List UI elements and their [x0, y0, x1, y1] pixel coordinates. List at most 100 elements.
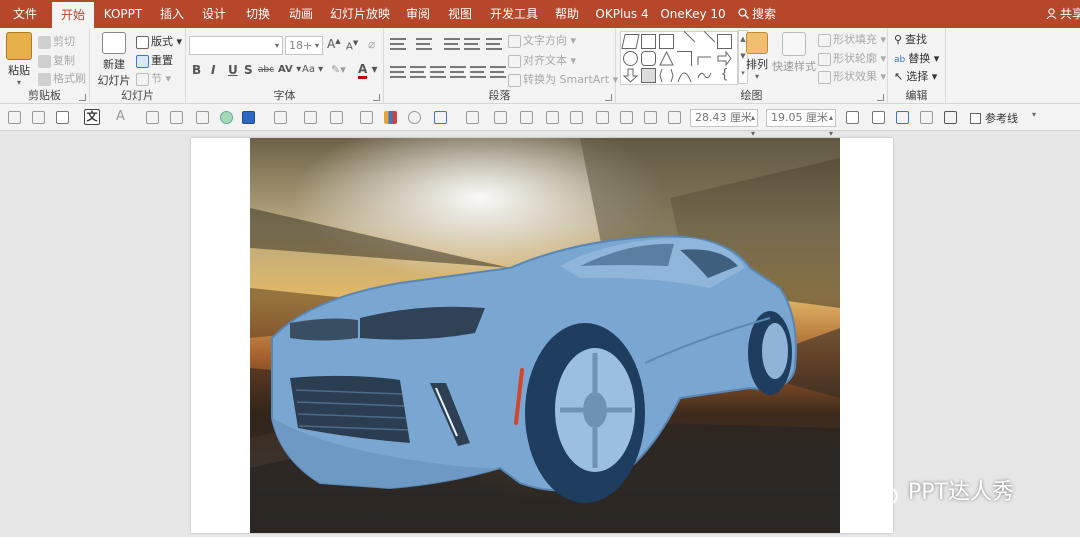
decrease-indent-icon[interactable]	[444, 38, 460, 50]
shape-brace-icon[interactable]: {	[717, 68, 732, 83]
numbering-icon[interactable]	[416, 38, 432, 50]
shape-effects-button[interactable]: 形状效果 ▾	[818, 68, 886, 84]
tab-view[interactable]: 视图	[440, 0, 480, 28]
line-spacing-icon[interactable]	[486, 38, 502, 50]
highlight-icon[interactable]: ✎▾	[331, 63, 346, 76]
tab-help[interactable]: 帮助	[547, 0, 587, 28]
toolbar-overflow-icon[interactable]: ▾	[1032, 110, 1036, 119]
paint-bucket-icon[interactable]	[274, 111, 287, 124]
align-right-icon[interactable]	[570, 111, 583, 124]
underline-button[interactable]: U	[228, 63, 238, 77]
font-launcher-icon[interactable]	[373, 94, 380, 101]
select-button[interactable]: ↖ 选择 ▾	[894, 68, 937, 84]
paste-button[interactable]: 粘贴 ▾	[4, 32, 34, 87]
height-input[interactable]: 19.05 厘米 ▴ ▾	[766, 109, 836, 138]
shape-right-arrow-icon[interactable]	[717, 50, 732, 67]
tab-slideshow[interactable]: 幻灯片放映	[328, 0, 392, 28]
align-center-icon[interactable]	[410, 66, 426, 78]
shape-fill-button[interactable]: 形状填充 ▾	[818, 31, 886, 47]
clipboard-launcher-icon[interactable]	[79, 94, 86, 101]
text-direction-button[interactable]: 文字方向 ▾	[508, 32, 576, 48]
shape-textbox-vertical-icon[interactable]	[659, 34, 674, 49]
tab-transitions[interactable]: 切换	[238, 0, 278, 28]
chart-icon[interactable]	[384, 111, 397, 124]
shape-textbox-icon[interactable]	[641, 34, 656, 49]
align-left-icon[interactable]	[520, 111, 533, 124]
slide-canvas[interactable]	[191, 138, 893, 533]
quick-styles-button[interactable]: 快速样式	[772, 32, 816, 74]
change-case-button[interactable]: Aa ▾	[302, 64, 323, 75]
replace-button[interactable]: ab 替换 ▾	[894, 50, 939, 66]
pen-icon[interactable]	[330, 111, 343, 124]
eyedropper2-icon[interactable]	[360, 111, 373, 124]
crop-icon[interactable]	[196, 111, 209, 124]
smartart-button[interactable]: 转换为 SmartArt ▾	[508, 71, 618, 87]
section-button[interactable]: 节 ▾	[136, 70, 171, 86]
columns-icon[interactable]	[490, 66, 506, 78]
shape-line-icon[interactable]	[673, 30, 696, 53]
distribute-icon[interactable]	[644, 111, 657, 124]
eyedropper-icon[interactable]	[146, 111, 159, 124]
paragraph-launcher-icon[interactable]	[605, 94, 612, 101]
brush-icon[interactable]	[920, 111, 933, 124]
circle-fill-icon[interactable]	[220, 111, 233, 124]
align-middle-icon[interactable]	[620, 111, 633, 124]
tab-okplus[interactable]: OKPlus 4	[592, 0, 652, 28]
align-center-icon[interactable]	[546, 111, 559, 124]
slide-size-icon[interactable]	[846, 111, 859, 124]
resize-icon[interactable]	[668, 111, 681, 124]
find-button[interactable]: ⚲ 查找	[894, 31, 927, 47]
char-spacing-button[interactable]: AV ▾	[278, 64, 301, 75]
lock-icon[interactable]	[8, 111, 21, 124]
merge-shapes-icon[interactable]	[434, 111, 447, 124]
tab-insert[interactable]: 插入	[152, 0, 192, 28]
car-photo[interactable]	[250, 138, 840, 533]
tab-onekey[interactable]: OneKey 10	[658, 0, 728, 28]
copy-button[interactable]: 复制	[38, 52, 75, 68]
format-painter-button[interactable]: 格式刷	[38, 70, 86, 86]
grow-font-button[interactable]: A▲	[327, 37, 341, 51]
distribute-icon[interactable]	[470, 66, 486, 78]
guides-checkbox[interactable]: 参考线	[970, 110, 1018, 126]
italic-button[interactable]: I	[211, 63, 215, 77]
tab-home[interactable]: 开始	[52, 2, 94, 28]
arrange-button[interactable]: 排列 ▾	[742, 32, 772, 81]
tab-design[interactable]: 设计	[194, 0, 234, 28]
font-name-combobox[interactable]: ▾	[189, 36, 283, 55]
align-text-button[interactable]: 对齐文本 ▾	[508, 52, 576, 68]
cut-button[interactable]: 剪切	[38, 33, 75, 49]
width-input[interactable]: 28.43 厘米 ▴ ▾	[690, 109, 758, 138]
drawing-launcher-icon[interactable]	[877, 94, 884, 101]
align-top-icon[interactable]	[596, 111, 609, 124]
shape-oval-icon[interactable]	[623, 51, 638, 66]
flip-icon[interactable]	[32, 111, 45, 124]
shrink-font-button[interactable]: A▼	[346, 39, 358, 52]
new-slide-button[interactable]: 新建 幻灯片	[94, 32, 134, 88]
shadow-button[interactable]: S	[244, 63, 253, 77]
checkbox-icon[interactable]	[970, 113, 981, 124]
pipette-icon[interactable]	[304, 111, 317, 124]
tell-me-search[interactable]: 搜索	[738, 0, 776, 28]
shape-wave-icon[interactable]	[697, 68, 712, 83]
shape-elbow-icon[interactable]	[677, 51, 692, 66]
shape-triangle-icon[interactable]	[659, 50, 674, 66]
tab-file[interactable]: 文件	[0, 0, 50, 28]
shape-curve-icon[interactable]	[677, 68, 692, 83]
group-icon[interactable]	[494, 111, 507, 124]
font-a-icon[interactable]: A	[116, 109, 129, 124]
tab-review[interactable]: 审阅	[398, 0, 438, 28]
shape-parallelogram-icon[interactable]	[621, 34, 640, 49]
align-right-icon[interactable]	[430, 66, 446, 78]
frame-icon[interactable]	[944, 111, 957, 124]
bold-button[interactable]: B	[192, 63, 201, 77]
shape-connector-icon[interactable]	[697, 51, 712, 66]
tab-animations[interactable]: 动画	[281, 0, 321, 28]
shape-selected-icon[interactable]	[641, 68, 656, 83]
fill-color-icon[interactable]	[242, 111, 255, 124]
paste-dropdown-arrow[interactable]: ▾	[4, 78, 34, 87]
tab-developer[interactable]: 开发工具	[486, 0, 542, 28]
font-color-button[interactable]: A ▾	[358, 62, 378, 79]
clear-formatting-icon[interactable]: ⌀	[368, 37, 375, 51]
reset-button[interactable]: 重置	[136, 52, 173, 68]
justify-icon[interactable]	[450, 66, 466, 78]
